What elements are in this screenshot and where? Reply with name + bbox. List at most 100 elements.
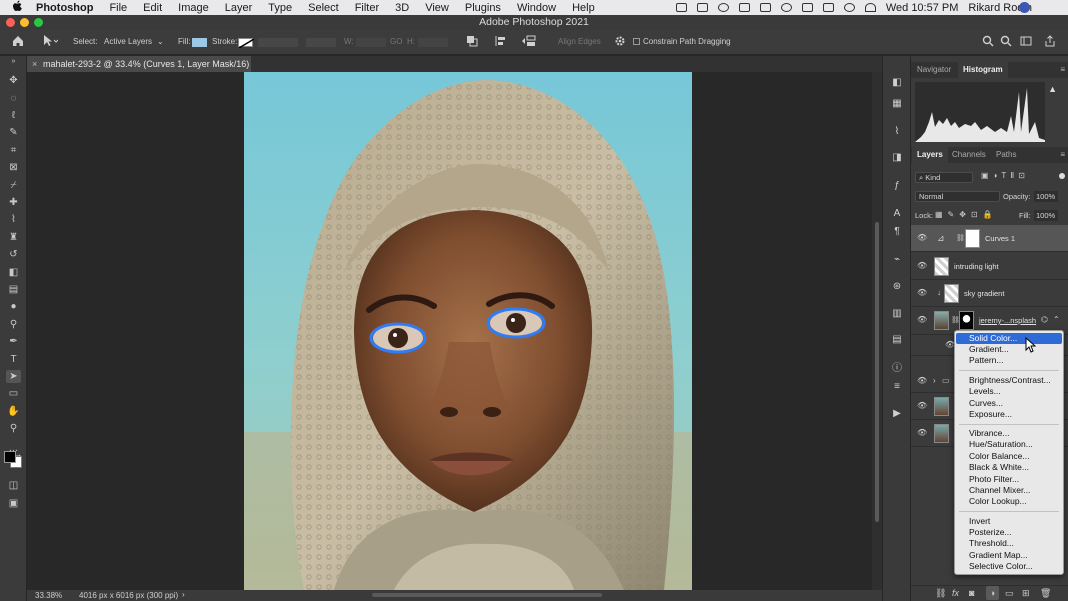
quick-selection-tool-icon[interactable]: ✎ bbox=[6, 126, 21, 139]
marquee-tool-icon[interactable]: ◌ bbox=[6, 92, 21, 105]
visibility-eye-icon[interactable]: 👁 bbox=[945, 341, 955, 349]
expand-chevron-icon[interactable]: ⌃ bbox=[1053, 315, 1060, 324]
layer-row-curves[interactable]: 👁 ⊿ ⛓ Curves 1 bbox=[911, 225, 1068, 252]
clock-text[interactable]: Wed 10:57 PM bbox=[886, 2, 959, 14]
menu-item-levels[interactable]: Levels... bbox=[956, 386, 1062, 397]
history-icon[interactable]: ⌁ bbox=[891, 254, 903, 266]
minimize-window-button[interactable] bbox=[20, 18, 29, 27]
display-icon[interactable] bbox=[696, 3, 708, 12]
adjustment-layer-icon[interactable]: ◑ bbox=[986, 586, 999, 600]
constrain-path-checkbox[interactable] bbox=[633, 38, 640, 45]
layers-panel-menu-icon[interactable]: ≡ bbox=[1060, 150, 1065, 159]
rectangle-tool-icon[interactable]: ▭ bbox=[6, 387, 21, 400]
pen-tool-icon[interactable]: ✒ bbox=[6, 335, 21, 348]
status-menu-arrow-icon[interactable]: › bbox=[182, 590, 185, 599]
height-field[interactable] bbox=[418, 38, 448, 47]
new-group-icon[interactable]: ▭ bbox=[1005, 588, 1014, 599]
menu-type[interactable]: Type bbox=[260, 2, 300, 14]
layer-style-icon[interactable]: fx bbox=[952, 588, 959, 598]
document-image[interactable] bbox=[244, 72, 692, 590]
wifi-icon[interactable] bbox=[864, 3, 876, 12]
frame-tool-icon[interactable]: ⊠ bbox=[6, 161, 21, 174]
link-icon[interactable]: ⛓ bbox=[956, 234, 965, 242]
lock-icons[interactable]: ▦✎✥⊡🔒 bbox=[935, 210, 998, 219]
close-window-button[interactable] bbox=[6, 18, 15, 27]
gear-icon[interactable] bbox=[614, 35, 626, 49]
menu-item-color-lookup[interactable]: Color Lookup... bbox=[956, 496, 1062, 507]
layer-comps-icon[interactable]: ▤ bbox=[891, 334, 903, 346]
brush-tool-icon[interactable]: ⌇ bbox=[6, 213, 21, 226]
path-selection-tool-icon[interactable]: ➤ bbox=[6, 370, 21, 383]
path-arrangement-icon[interactable] bbox=[522, 35, 536, 49]
menu-filter[interactable]: Filter bbox=[347, 2, 387, 14]
screen-icon[interactable] bbox=[675, 3, 687, 12]
actions-icon[interactable]: ▶ bbox=[891, 408, 903, 420]
link-layers-icon[interactable]: ⛓ bbox=[935, 588, 946, 599]
menu-photoshop[interactable]: Photoshop bbox=[26, 2, 101, 14]
menu-item-invert[interactable]: Invert bbox=[956, 516, 1062, 527]
share-icon[interactable] bbox=[1044, 35, 1056, 49]
visibility-eye-icon[interactable]: 👁 bbox=[917, 234, 927, 242]
menu-3d[interactable]: 3D bbox=[387, 2, 417, 14]
align-edges-checkbox[interactable]: Align Edges bbox=[558, 37, 601, 46]
menu-help[interactable]: Help bbox=[564, 2, 603, 14]
blur-tool-icon[interactable]: ● bbox=[6, 300, 21, 313]
eraser-tool-icon[interactable]: ◧ bbox=[6, 266, 21, 279]
visibility-eye-icon[interactable]: 👁 bbox=[917, 429, 927, 437]
menu-item-channel-mixer[interactable]: Channel Mixer... bbox=[956, 485, 1062, 496]
close-tab-icon[interactable]: × bbox=[32, 56, 37, 72]
menu-edit[interactable]: Edit bbox=[135, 2, 170, 14]
layer-row-intruding-light[interactable]: 👁 intruding light bbox=[911, 253, 1068, 280]
menu-file[interactable]: File bbox=[101, 2, 135, 14]
tab-paths[interactable]: Paths bbox=[991, 147, 1021, 163]
eyedropper-tool-icon[interactable]: ⌿ bbox=[6, 179, 21, 192]
workspace-icon[interactable] bbox=[1020, 35, 1032, 49]
stroke-width-field[interactable] bbox=[258, 38, 298, 47]
menu-item-gradient-map[interactable]: Gradient Map... bbox=[956, 550, 1062, 561]
visibility-eye-icon[interactable]: 👁 bbox=[917, 262, 927, 270]
gradient-tool-icon[interactable]: ▤ bbox=[6, 283, 21, 296]
blend-mode-dropdown[interactable]: Normal bbox=[915, 191, 1000, 202]
menu-view[interactable]: View bbox=[417, 2, 457, 14]
vertical-scroll-thumb[interactable] bbox=[875, 222, 879, 522]
layer-filter-dropdown[interactable]: ⌕ Kind bbox=[915, 172, 973, 183]
tab-histogram[interactable]: Histogram bbox=[958, 62, 1008, 78]
menu-item-gradient[interactable]: Gradient... bbox=[956, 344, 1062, 355]
time-machine-icon[interactable] bbox=[843, 3, 855, 12]
menu-item-posterize[interactable]: Posterize... bbox=[956, 527, 1062, 538]
channels-icon[interactable]: ▥ bbox=[891, 308, 903, 320]
adjustments-icon[interactable]: ◨ bbox=[891, 152, 903, 164]
brushes-icon[interactable]: ⌇ bbox=[891, 126, 903, 138]
hand-tool-icon[interactable]: ✋ bbox=[6, 405, 21, 418]
filter-toggle-icon[interactable] bbox=[1059, 173, 1065, 179]
search-people-icon[interactable] bbox=[982, 35, 994, 49]
layer-thumbnail[interactable] bbox=[934, 424, 949, 443]
info-icon[interactable]: ⓘ bbox=[891, 363, 903, 375]
layer-mask-thumbnail[interactable] bbox=[959, 311, 974, 330]
menu-layer[interactable]: Layer bbox=[217, 2, 261, 14]
menu-item-photo-filter[interactable]: Photo Filter... bbox=[956, 474, 1062, 485]
volume-icon[interactable] bbox=[801, 3, 813, 12]
expand-group-icon[interactable]: › bbox=[933, 376, 936, 385]
fill-color-swatch[interactable] bbox=[192, 38, 207, 47]
menu-item-brightness-contrast[interactable]: Brightness/Contrast... bbox=[956, 375, 1062, 386]
tab-navigator[interactable]: Navigator bbox=[912, 62, 956, 78]
properties-icon[interactable]: ≡ bbox=[891, 381, 903, 393]
quick-mask-icon[interactable]: ◫ bbox=[6, 479, 21, 492]
layer-thumbnail[interactable] bbox=[944, 284, 959, 303]
dodge-tool-icon[interactable]: ⚲ bbox=[6, 318, 21, 331]
stroke-color-swatch[interactable] bbox=[238, 38, 255, 49]
siri-icon[interactable] bbox=[1019, 2, 1030, 13]
zoom-level[interactable]: 33.38% bbox=[35, 591, 62, 600]
stroke-type-dropdown[interactable] bbox=[306, 38, 336, 47]
search-icon[interactable] bbox=[1000, 35, 1012, 49]
menu-window[interactable]: Window bbox=[509, 2, 564, 14]
path-alignment-icon[interactable] bbox=[495, 35, 507, 49]
layer-mask-thumbnail[interactable] bbox=[965, 229, 980, 248]
zoom-tool-icon[interactable]: ⚲ bbox=[6, 422, 21, 435]
menu-plugins[interactable]: Plugins bbox=[457, 2, 509, 14]
panel-menu-icon[interactable]: ≡ bbox=[1060, 65, 1065, 74]
menu-item-threshold[interactable]: Threshold... bbox=[956, 538, 1062, 549]
menu-image[interactable]: Image bbox=[170, 2, 217, 14]
width-field[interactable] bbox=[356, 38, 386, 47]
